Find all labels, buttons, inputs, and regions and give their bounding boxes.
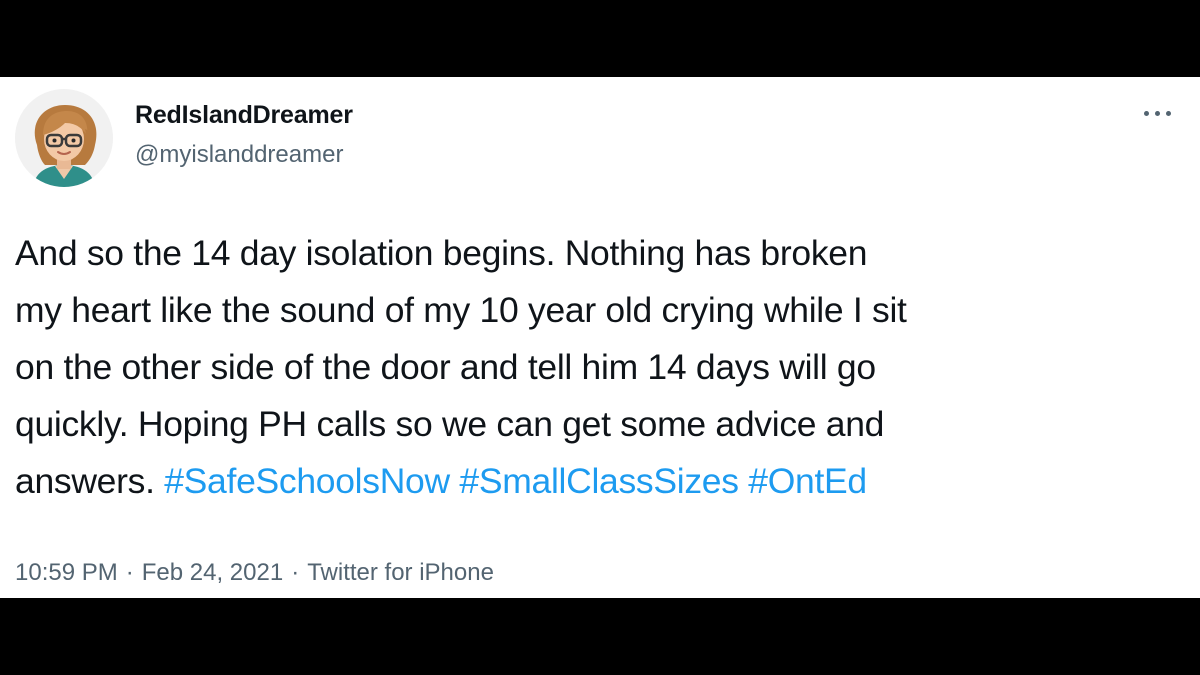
more-options-button[interactable]	[1138, 97, 1178, 129]
separator-dot: ·	[125, 559, 134, 586]
tweet-metadata: 10:59 PM · Feb 24, 2021 · Twitter for iPhone	[15, 559, 494, 587]
ellipsis-icon	[1155, 111, 1160, 116]
tweet-text-line: on the other side of the door and tell h…	[15, 347, 876, 387]
tweet-source-link[interactable]: Twitter for iPhone	[307, 559, 494, 586]
ellipsis-icon	[1166, 111, 1171, 116]
author-handle[interactable]: @myislanddreamer	[135, 141, 343, 169]
avatar[interactable]	[15, 89, 113, 187]
tweet-time[interactable]: 10:59 PM	[15, 559, 118, 586]
tweet-text: And so the 14 day isolation begins. Noth…	[15, 225, 1185, 510]
hashtag-link[interactable]: #OntEd	[748, 461, 867, 501]
tweet-card[interactable]: RedIslandDreamer @myislanddreamer And so…	[0, 77, 1200, 598]
tweet-text-line: answers.	[15, 461, 155, 501]
tweet-date[interactable]: Feb 24, 2021	[142, 559, 283, 586]
ellipsis-icon	[1144, 111, 1149, 116]
hashtag-link[interactable]: #SafeSchoolsNow	[164, 461, 450, 501]
author-display-name[interactable]: RedIslandDreamer	[135, 101, 353, 130]
hashtag-link[interactable]: #SmallClassSizes	[459, 461, 739, 501]
tweet-text-line: quickly. Hoping PH calls so we can get s…	[15, 404, 885, 444]
separator-dot: ·	[291, 559, 300, 586]
screenshot-frame: RedIslandDreamer @myislanddreamer And so…	[0, 0, 1200, 675]
tweet-text-line: my heart like the sound of my 10 year ol…	[15, 290, 907, 330]
avatar-illustration-icon	[15, 89, 113, 187]
tweet-text-last-line: answers. #SafeSchoolsNow #SmallClassSize…	[15, 453, 1185, 510]
tweet-text-line: And so the 14 day isolation begins. Noth…	[15, 233, 868, 273]
